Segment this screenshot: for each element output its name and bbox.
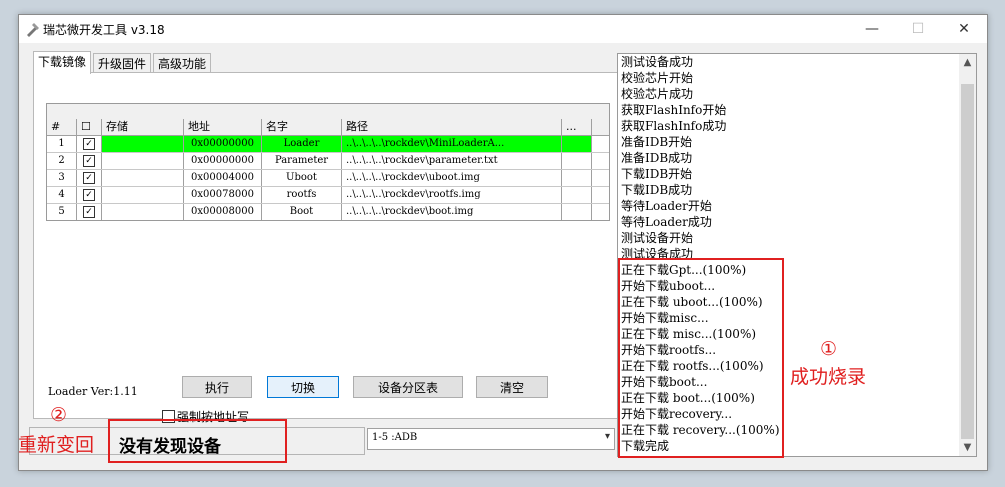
header-num[interactable]: #	[47, 119, 77, 135]
row-path: ..\..\..\..\rockdev\uboot.img	[342, 170, 562, 186]
header-path[interactable]: 路径	[342, 119, 562, 135]
header-address[interactable]: 地址	[184, 119, 262, 135]
row-address: 0x00000000	[184, 136, 262, 152]
log-scrollbar[interactable]: ▲ ▼	[959, 54, 976, 456]
row-path: ..\..\..\..\rockdev\MiniLoaderA...	[342, 136, 562, 152]
maximize-button[interactable]: ☐	[895, 15, 941, 43]
status-highlight-box	[108, 419, 287, 463]
partition-table[interactable]: # ☐ 存储 地址 名字 路径 ... 1 ✓ 0x00000000 Loader..…	[46, 103, 610, 221]
title-bar: 瑞芯微开发工具 v3.18 — ☐ ✕	[19, 15, 987, 43]
row-storage	[102, 136, 184, 152]
table-row[interactable]: 4 ✓ 0x00078000 rootfs ..\..\..\..\rockdev\ro…	[47, 187, 609, 204]
row-num: 5	[47, 204, 77, 220]
app-window: 瑞芯微开发工具 v3.18 — ☐ ✕ 下载镜像 升级固件 高级功能 # ☐ 存…	[18, 14, 988, 471]
window-title: 瑞芯微开发工具 v3.18	[43, 23, 165, 37]
header-more[interactable]: ...	[562, 119, 592, 135]
row-checkbox-cell[interactable]: ✓	[77, 187, 102, 203]
header-check[interactable]: ☐	[77, 119, 102, 135]
log-line: 准备IDB开始	[621, 135, 693, 149]
row-path: ..\..\..\..\rockdev\parameter.txt	[342, 153, 562, 169]
row-num: 4	[47, 187, 77, 203]
switch-label: 重新变回	[18, 434, 95, 456]
row-address: 0x00000000	[184, 153, 262, 169]
log-line: 校验芯片开始	[621, 71, 694, 85]
log-line: 获取FlashInfo成功	[621, 119, 727, 133]
header-name[interactable]: 名字	[262, 119, 342, 135]
tab-upgrade-firmware[interactable]: 升级固件	[93, 53, 152, 74]
row-name: Boot	[262, 204, 342, 220]
log-line: 等待Loader成功	[621, 215, 712, 229]
row-checkbox[interactable]: ✓	[83, 155, 95, 167]
table-row[interactable]: 1 ✓ 0x00000000 Loader ..\..\..\..\rockdev\Mi…	[47, 136, 609, 153]
row-checkbox-cell[interactable]: ✓	[77, 170, 102, 186]
row-address: 0x00078000	[184, 187, 262, 203]
row-num: 2	[47, 153, 77, 169]
switch-button[interactable]: 切换	[267, 376, 339, 398]
close-button[interactable]: ✕	[941, 15, 987, 43]
success-marker: ①	[820, 338, 838, 360]
log-line: 测试设备开始	[621, 231, 694, 245]
scroll-up-icon[interactable]: ▲	[959, 54, 976, 71]
log-line: 准备IDB成功	[621, 151, 693, 165]
row-more	[562, 136, 592, 152]
log-line: 等待Loader开始	[621, 199, 712, 213]
partition-table-button[interactable]: 设备分区表	[353, 376, 463, 398]
tool-icon	[27, 23, 39, 37]
row-name: Uboot	[262, 170, 342, 186]
row-more	[562, 153, 592, 169]
row-num: 3	[47, 170, 77, 186]
row-storage	[102, 170, 184, 186]
tab-advanced[interactable]: 高级功能	[153, 53, 212, 74]
row-more	[562, 170, 592, 186]
row-address: 0x00008000	[184, 204, 262, 220]
clear-button[interactable]: 清空	[476, 376, 548, 398]
log-line: 测试设备成功	[621, 55, 694, 69]
row-checkbox-cell[interactable]: ✓	[77, 136, 102, 152]
row-checkbox[interactable]: ✓	[83, 206, 95, 218]
row-address: 0x00004000	[184, 170, 262, 186]
row-name: Parameter	[262, 153, 342, 169]
chevron-down-icon[interactable]: ▾	[605, 431, 610, 442]
row-storage	[102, 187, 184, 203]
table-row[interactable]: 5 ✓ 0x00008000 Boot ..\..\..\..\rockdev\boot…	[47, 204, 609, 220]
scroll-thumb[interactable]	[961, 84, 974, 439]
row-checkbox-cell[interactable]: ✓	[77, 153, 102, 169]
row-name: rootfs	[262, 187, 342, 203]
table-row[interactable]: 2 ✓ 0x00000000 Parameter ..\..\..\..\rockdev…	[47, 153, 609, 170]
row-num: 1	[47, 136, 77, 152]
row-checkbox-cell[interactable]: ✓	[77, 204, 102, 220]
row-storage	[102, 204, 184, 220]
device-mode-select[interactable]: 1-5 :ADB ▾	[367, 428, 615, 450]
row-path: ..\..\..\..\rockdev\boot.img	[342, 204, 562, 220]
tab-download-image[interactable]: 下载镜像	[33, 51, 92, 74]
device-mode-value: 1-5 :ADB	[372, 432, 418, 443]
log-line: 下载IDB成功	[621, 183, 693, 197]
row-more	[562, 187, 592, 203]
row-name: Loader	[262, 136, 342, 152]
success-highlight-box	[618, 258, 784, 458]
log-line: 下载IDB开始	[621, 167, 693, 181]
table-row[interactable]: 3 ✓ 0x00004000 Uboot ..\..\..\..\rockdev\ubo…	[47, 170, 609, 187]
row-storage	[102, 153, 184, 169]
row-checkbox[interactable]: ✓	[83, 189, 95, 201]
execute-button[interactable]: 执行	[182, 376, 252, 398]
row-checkbox[interactable]: ✓	[83, 138, 95, 150]
table-header: # ☐ 存储 地址 名字 路径 ...	[47, 119, 609, 136]
row-checkbox[interactable]: ✓	[83, 172, 95, 184]
header-storage[interactable]: 存储	[102, 119, 184, 135]
row-path: ..\..\..\..\rockdev\rootfs.img	[342, 187, 562, 203]
scroll-down-icon[interactable]: ▼	[959, 439, 976, 456]
log-line: 校验芯片成功	[621, 87, 694, 101]
download-image-panel: # ☐ 存储 地址 名字 路径 ... 1 ✓ 0x00000000 Loader..…	[33, 72, 621, 424]
row-more	[562, 204, 592, 220]
loader-version: Loader Ver:1.11	[48, 385, 138, 398]
minimize-button[interactable]: —	[849, 15, 895, 43]
success-label: 成功烧录	[790, 366, 867, 388]
switch-marker: ②	[50, 404, 68, 426]
log-line: 获取FlashInfo开始	[621, 103, 727, 117]
